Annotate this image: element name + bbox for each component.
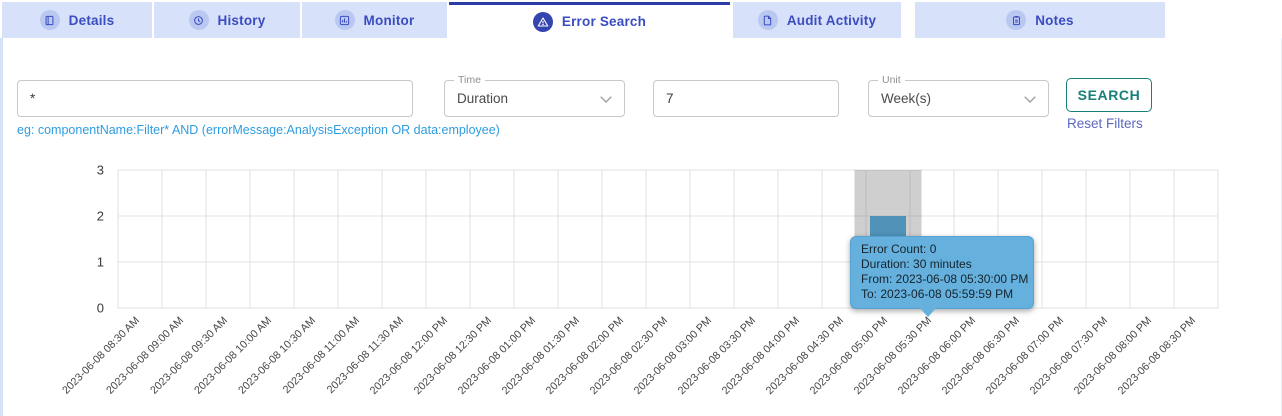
tab-label: History: [217, 12, 266, 28]
svg-text:3: 3: [97, 163, 104, 178]
bar-chart-icon: [334, 10, 355, 30]
book-icon: [39, 10, 60, 30]
svg-text:2023-06-08 04:00 PM: 2023-06-08 04:00 PM: [720, 315, 802, 397]
warning-icon: [532, 11, 553, 32]
tooltip-from: From: 2023-06-08 05:30:00 PM: [861, 272, 1029, 286]
notes-icon: [1006, 10, 1027, 30]
svg-text:2023-06-08 12:00 PM: 2023-06-08 12:00 PM: [368, 315, 450, 397]
duration-count-input[interactable]: [653, 80, 839, 117]
tab-label: Error Search: [561, 14, 647, 29]
tooltip-error-count: Error Count: 0: [861, 242, 937, 256]
time-select-value: Duration: [457, 91, 509, 106]
svg-text:2023-06-08 07:30 PM: 2023-06-08 07:30 PM: [1028, 315, 1110, 397]
svg-text:2023-06-08 09:30 AM: 2023-06-08 09:30 AM: [148, 315, 230, 397]
svg-text:2023-06-08 08:30 AM: 2023-06-08 08:30 AM: [60, 315, 142, 397]
svg-text:2023-06-08 03:30 PM: 2023-06-08 03:30 PM: [676, 315, 758, 397]
error-count-chart[interactable]: 0 1 2 3 2023-06-08 08:30 AM 2023-06-08 09:00 …: [0, 150, 1282, 416]
tab-error-search[interactable]: Error Search: [449, 2, 730, 38]
svg-text:2023-06-08 11:00 AM: 2023-06-08 11:00 AM: [281, 315, 362, 396]
tab-details[interactable]: Details: [2, 2, 152, 38]
svg-text:2023-06-08 10:00 AM: 2023-06-08 10:00 AM: [192, 315, 274, 397]
svg-text:2023-06-08 10:30 AM: 2023-06-08 10:30 AM: [236, 315, 318, 397]
svg-text:2023-06-08 01:00 PM: 2023-06-08 01:00 PM: [456, 315, 538, 397]
svg-text:2023-06-08 01:30 PM: 2023-06-08 01:30 PM: [500, 315, 582, 397]
svg-text:2023-06-08 05:00 PM: 2023-06-08 05:00 PM: [808, 315, 890, 397]
search-button[interactable]: SEARCH: [1066, 78, 1152, 112]
chevron-down-icon: [1021, 90, 1039, 113]
tab-label: Notes: [1035, 12, 1074, 28]
unit-select-value: Week(s): [881, 91, 932, 106]
unit-select-label: Unit: [878, 74, 905, 86]
svg-text:1: 1: [97, 255, 104, 270]
unit-select[interactable]: Unit Week(s): [868, 74, 1049, 117]
tab-bar: Details History Monitor Error Search Aud…: [0, 0, 1282, 38]
svg-text:0: 0: [97, 301, 104, 316]
tab-label: Details: [68, 12, 115, 28]
document-icon: [757, 10, 778, 30]
tooltip-duration: Duration: 30 minutes: [861, 257, 972, 271]
tab-notes[interactable]: Notes: [915, 2, 1165, 38]
chevron-down-icon: [597, 90, 615, 113]
svg-text:2023-06-08 06:30 PM: 2023-06-08 06:30 PM: [940, 315, 1022, 397]
svg-text:2023-06-08 05:30 PM: 2023-06-08 05:30 PM: [852, 315, 934, 397]
reset-filters-link[interactable]: Reset Filters: [1067, 116, 1143, 131]
svg-text:2023-06-08 09:00 AM: 2023-06-08 09:00 AM: [104, 315, 186, 397]
svg-text:2023-06-08 03:00 PM: 2023-06-08 03:00 PM: [632, 315, 714, 397]
svg-text:2023-06-08 11:30 AM: 2023-06-08 11:30 AM: [325, 315, 406, 396]
svg-text:2023-06-08 02:00 PM: 2023-06-08 02:00 PM: [544, 315, 626, 397]
query-input[interactable]: [17, 80, 413, 117]
svg-text:2023-06-08 08:00 PM: 2023-06-08 08:00 PM: [1072, 315, 1154, 397]
svg-text:2023-06-08 12:30 PM: 2023-06-08 12:30 PM: [412, 315, 494, 397]
tab-history[interactable]: History: [154, 2, 300, 38]
tab-audit-activity[interactable]: Audit Activity: [733, 2, 901, 38]
history-icon: [188, 10, 209, 30]
svg-text:2023-06-08 04:30 PM: 2023-06-08 04:30 PM: [764, 315, 846, 397]
tab-label: Audit Activity: [786, 12, 877, 28]
bar-chart-canvas[interactable]: 0 1 2 3 2023-06-08 08:30 AM2023-06-08 09:00 …: [0, 150, 1282, 416]
svg-text:2023-06-08 06:00 PM: 2023-06-08 06:00 PM: [896, 315, 978, 397]
svg-text:2: 2: [97, 209, 104, 224]
tooltip-to: To: 2023-06-08 05:59:59 PM: [861, 287, 1014, 301]
error-search-page: Details History Monitor Error Search Aud…: [0, 0, 1282, 416]
query-hint: eg: componentName:Filter* AND (errorMess…: [17, 123, 500, 137]
time-select[interactable]: Time Duration: [444, 74, 625, 117]
svg-text:2023-06-08 07:00 PM: 2023-06-08 07:00 PM: [984, 315, 1066, 397]
time-select-label: Time: [454, 74, 485, 86]
tab-monitor[interactable]: Monitor: [302, 2, 447, 38]
svg-text:2023-06-08 02:30 PM: 2023-06-08 02:30 PM: [588, 315, 670, 397]
chart-tooltip: Error Count: 0 Duration: 30 minutes From…: [850, 236, 1034, 317]
tab-label: Monitor: [363, 12, 415, 28]
svg-text:2023-06-08 08:30 PM: 2023-06-08 08:30 PM: [1116, 315, 1198, 397]
